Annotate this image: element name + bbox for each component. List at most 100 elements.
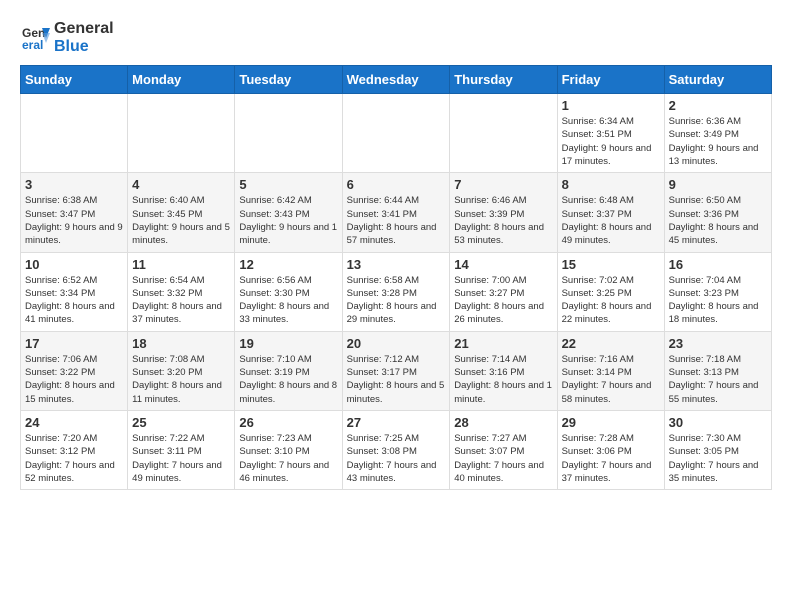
cell-content: Sunrise: 6:58 AM Sunset: 3:28 PM Dayligh…: [347, 274, 446, 327]
calendar-cell: [128, 94, 235, 173]
calendar-cell: 25Sunrise: 7:22 AM Sunset: 3:11 PM Dayli…: [128, 410, 235, 489]
calendar-cell: 19 Sunrise: 7:10 AM Sunset: 3:19 PM Dayli…: [235, 331, 342, 410]
cell-content: Sunrise: 6:38 AM Sunset: 3:47 PM Dayligh…: [25, 194, 123, 247]
cell-content: Sunrise: 7:28 AM Sunset: 3:06 PM Dayligh…: [562, 432, 660, 485]
weekday-header-sunday: Sunday: [21, 66, 128, 94]
calendar-cell: [235, 94, 342, 173]
day-number: 2: [669, 98, 767, 113]
cell-content: Sunrise: 7:27 AM Sunset: 3:07 PM Dayligh…: [454, 432, 552, 485]
calendar-cell: 14 Sunrise: 7:00 AM Sunset: 3:27 PM Dayli…: [450, 252, 557, 331]
calendar-cell: 22 Sunrise: 7:16 AM Sunset: 3:14 PM Dayli…: [557, 331, 664, 410]
calendar-cell: 9 Sunrise: 6:50 AM Sunset: 3:36 PM Daylig…: [664, 173, 771, 252]
calendar-header-row: SundayMondayTuesdayWednesdayThursdayFrid…: [21, 66, 772, 94]
calendar-cell: 15 Sunrise: 7:02 AM Sunset: 3:25 PM Dayli…: [557, 252, 664, 331]
day-number: 28: [454, 415, 552, 430]
cell-content: Sunrise: 7:16 AM Sunset: 3:14 PM Dayligh…: [562, 353, 660, 406]
calendar-cell: [342, 94, 450, 173]
day-number: 29: [562, 415, 660, 430]
cell-content: Sunrise: 7:10 AM Sunset: 3:19 PM Dayligh…: [239, 353, 337, 406]
day-number: 30: [669, 415, 767, 430]
cell-content: Sunrise: 6:48 AM Sunset: 3:37 PM Dayligh…: [562, 194, 660, 247]
calendar-cell: 2 Sunrise: 6:36 AM Sunset: 3:49 PM Daylig…: [664, 94, 771, 173]
cell-content: Sunrise: 6:46 AM Sunset: 3:39 PM Dayligh…: [454, 194, 552, 247]
cell-content: Sunrise: 7:20 AM Sunset: 3:12 PM Dayligh…: [25, 432, 123, 485]
calendar-cell: 12 Sunrise: 6:56 AM Sunset: 3:30 PM Dayli…: [235, 252, 342, 331]
cell-content: Sunrise: 7:02 AM Sunset: 3:25 PM Dayligh…: [562, 274, 660, 327]
calendar-cell: 18Sunrise: 7:08 AM Sunset: 3:20 PM Dayli…: [128, 331, 235, 410]
calendar-cell: 17 Sunrise: 7:06 AM Sunset: 3:22 PM Dayli…: [21, 331, 128, 410]
day-number: 17: [25, 336, 123, 351]
calendar-week-4: 17 Sunrise: 7:06 AM Sunset: 3:22 PM Dayli…: [21, 331, 772, 410]
day-number: 24: [25, 415, 123, 430]
cell-content: Sunrise: 7:25 AM Sunset: 3:08 PM Dayligh…: [347, 432, 446, 485]
weekday-header-friday: Friday: [557, 66, 664, 94]
day-number: 27: [347, 415, 446, 430]
cell-content: Sunrise: 7:18 AM Sunset: 3:13 PM Dayligh…: [669, 353, 767, 406]
calendar-cell: 24 Sunrise: 7:20 AM Sunset: 3:12 PM Dayli…: [21, 410, 128, 489]
day-number: 15: [562, 257, 660, 272]
calendar-cell: 27 Sunrise: 7:25 AM Sunset: 3:08 PM Dayli…: [342, 410, 450, 489]
day-number: 1: [562, 98, 660, 113]
calendar-cell: 8 Sunrise: 6:48 AM Sunset: 3:37 PM Daylig…: [557, 173, 664, 252]
calendar-cell: 4 Sunrise: 6:40 AM Sunset: 3:45 PM Daylig…: [128, 173, 235, 252]
cell-content: Sunrise: 6:42 AM Sunset: 3:43 PM Dayligh…: [239, 194, 337, 247]
day-number: 20: [347, 336, 446, 351]
day-number: 8: [562, 177, 660, 192]
calendar-cell: 30 Sunrise: 7:30 AM Sunset: 3:05 PM Dayli…: [664, 410, 771, 489]
cell-content: Sunrise: 7:08 AM Sunset: 3:20 PM Dayligh…: [132, 353, 230, 406]
calendar: SundayMondayTuesdayWednesdayThursdayFrid…: [20, 65, 772, 490]
day-number: 13: [347, 257, 446, 272]
day-number: 19: [239, 336, 337, 351]
day-number: 14: [454, 257, 552, 272]
cell-content: Sunrise: 6:56 AM Sunset: 3:30 PM Dayligh…: [239, 274, 337, 327]
calendar-cell: 7 Sunrise: 6:46 AM Sunset: 3:39 PM Daylig…: [450, 173, 557, 252]
cell-content: Sunrise: 6:40 AM Sunset: 3:45 PM Dayligh…: [132, 194, 230, 247]
day-number: 21: [454, 336, 552, 351]
logo-blue: Blue: [54, 38, 114, 56]
day-number: 12: [239, 257, 337, 272]
calendar-cell: 6Sunrise: 6:44 AM Sunset: 3:41 PM Daylig…: [342, 173, 450, 252]
cell-content: Sunrise: 6:54 AM Sunset: 3:32 PM Dayligh…: [132, 274, 230, 327]
day-number: 22: [562, 336, 660, 351]
calendar-week-5: 24 Sunrise: 7:20 AM Sunset: 3:12 PM Dayli…: [21, 410, 772, 489]
weekday-header-wednesday: Wednesday: [342, 66, 450, 94]
weekday-header-saturday: Saturday: [664, 66, 771, 94]
calendar-cell: 29 Sunrise: 7:28 AM Sunset: 3:06 PM Dayli…: [557, 410, 664, 489]
calendar-cell: 21Sunrise: 7:14 AM Sunset: 3:16 PM Dayli…: [450, 331, 557, 410]
day-number: 3: [25, 177, 123, 192]
calendar-cell: 26Sunrise: 7:23 AM Sunset: 3:10 PM Dayli…: [235, 410, 342, 489]
cell-content: Sunrise: 7:12 AM Sunset: 3:17 PM Dayligh…: [347, 353, 446, 406]
calendar-cell: 1 Sunrise: 6:34 AM Sunset: 3:51 PM Daylig…: [557, 94, 664, 173]
day-number: 11: [132, 257, 230, 272]
calendar-cell: 16Sunrise: 7:04 AM Sunset: 3:23 PM Dayli…: [664, 252, 771, 331]
logo: Gen eral General Blue: [20, 20, 114, 55]
day-number: 7: [454, 177, 552, 192]
day-number: 9: [669, 177, 767, 192]
day-number: 5: [239, 177, 337, 192]
calendar-cell: 28 Sunrise: 7:27 AM Sunset: 3:07 PM Dayli…: [450, 410, 557, 489]
cell-content: Sunrise: 7:23 AM Sunset: 3:10 PM Dayligh…: [239, 432, 337, 485]
day-number: 16: [669, 257, 767, 272]
logo-icon: Gen eral: [20, 23, 50, 53]
cell-content: Sunrise: 6:34 AM Sunset: 3:51 PM Dayligh…: [562, 115, 660, 168]
calendar-cell: 20 Sunrise: 7:12 AM Sunset: 3:17 PM Dayli…: [342, 331, 450, 410]
cell-content: Sunrise: 7:06 AM Sunset: 3:22 PM Dayligh…: [25, 353, 123, 406]
calendar-cell: [450, 94, 557, 173]
day-number: 25: [132, 415, 230, 430]
svg-text:eral: eral: [22, 38, 43, 52]
calendar-week-1: 1 Sunrise: 6:34 AM Sunset: 3:51 PM Daylig…: [21, 94, 772, 173]
cell-content: Sunrise: 6:44 AM Sunset: 3:41 PM Dayligh…: [347, 194, 446, 247]
cell-content: Sunrise: 6:36 AM Sunset: 3:49 PM Dayligh…: [669, 115, 767, 168]
calendar-cell: [21, 94, 128, 173]
weekday-header-tuesday: Tuesday: [235, 66, 342, 94]
calendar-cell: 5 Sunrise: 6:42 AM Sunset: 3:43 PM Daylig…: [235, 173, 342, 252]
calendar-cell: 11 Sunrise: 6:54 AM Sunset: 3:32 PM Dayli…: [128, 252, 235, 331]
cell-content: Sunrise: 6:50 AM Sunset: 3:36 PM Dayligh…: [669, 194, 767, 247]
logo-general: General: [54, 20, 114, 38]
day-number: 23: [669, 336, 767, 351]
header: Gen eral General Blue: [20, 20, 772, 55]
day-number: 4: [132, 177, 230, 192]
cell-content: Sunrise: 7:00 AM Sunset: 3:27 PM Dayligh…: [454, 274, 552, 327]
cell-content: Sunrise: 7:30 AM Sunset: 3:05 PM Dayligh…: [669, 432, 767, 485]
calendar-cell: 3 Sunrise: 6:38 AM Sunset: 3:47 PM Daylig…: [21, 173, 128, 252]
